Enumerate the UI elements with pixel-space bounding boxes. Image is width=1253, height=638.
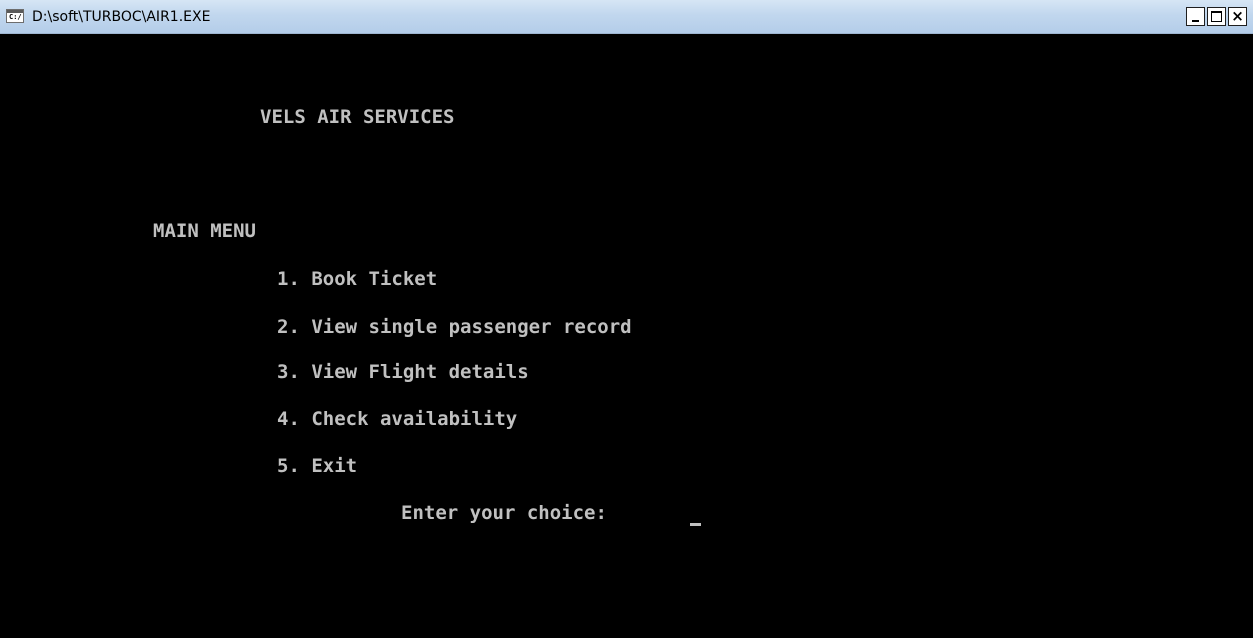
menu-item-view-flight: 3. View Flight details <box>277 361 529 383</box>
maximize-button[interactable] <box>1207 7 1226 26</box>
close-icon: × <box>1231 7 1244 25</box>
title-bar[interactable]: C:/ D:\soft\TURBOC\AIR1.EXE × <box>0 0 1253 34</box>
minimize-button[interactable] <box>1186 7 1205 26</box>
console-icon[interactable]: C:/ <box>6 9 24 23</box>
console-window: C:/ D:\soft\TURBOC\AIR1.EXE × VELS AIR S… <box>0 0 1253 638</box>
window-title: D:\soft\TURBOC\AIR1.EXE <box>32 9 211 25</box>
menu-title: MAIN MENU <box>153 220 256 242</box>
maximize-icon <box>1211 11 1222 22</box>
app-heading: VELS AIR SERVICES <box>260 106 455 128</box>
menu-item-book-ticket: 1. Book Ticket <box>277 268 438 290</box>
menu-item-check-availability: 4. Check availability <box>277 408 518 430</box>
choice-prompt: Enter your choice: <box>401 502 607 524</box>
menu-item-view-passenger: 2. View single passenger record <box>277 316 632 338</box>
console-output[interactable]: VELS AIR SERVICES MAIN MENU 1. Book Tick… <box>0 34 1253 638</box>
console-icon-glyph: C:/ <box>9 13 22 21</box>
minimize-icon <box>1192 20 1199 22</box>
text-cursor[interactable] <box>690 523 701 526</box>
close-button[interactable]: × <box>1228 7 1247 26</box>
menu-item-exit: 5. Exit <box>277 455 358 477</box>
